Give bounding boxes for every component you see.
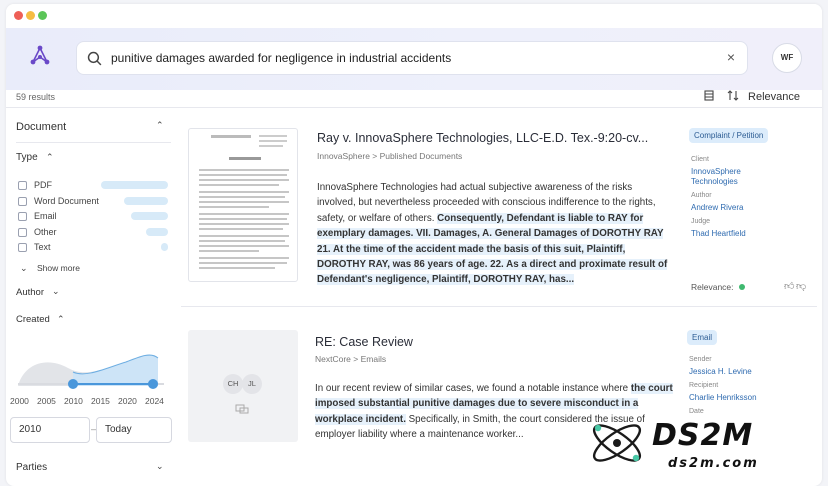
meta-label: Sender xyxy=(689,356,712,363)
thumbs-up-icon[interactable]: 👍︎ xyxy=(784,280,794,292)
user-avatar[interactable]: WF xyxy=(772,43,802,73)
type-checkbox[interactable] xyxy=(18,196,27,206)
sort-dropdown[interactable]: Relevance xyxy=(748,91,800,103)
results-count: 59 results xyxy=(16,92,56,102)
type-label[interactable]: Email xyxy=(34,211,57,221)
top-bar: punitive damages awarded for negligence … xyxy=(6,28,822,90)
attachment-icon xyxy=(235,404,249,414)
chevron-down-icon[interactable]: ⌄ xyxy=(52,286,60,297)
author-link[interactable]: Andrew Rivera xyxy=(691,203,743,213)
app-logo-icon[interactable] xyxy=(28,44,52,68)
list-view-icon[interactable] xyxy=(704,90,714,104)
sort-controls: Relevance xyxy=(704,90,800,104)
meta-label: Judge xyxy=(691,218,711,225)
chevron-up-icon[interactable]: ⌃ xyxy=(46,152,54,163)
result-path[interactable]: InnovaSphere > Published Documents xyxy=(317,151,462,161)
result-card[interactable]: Ray v. InnovaSphere Technologies, LLC-E.… xyxy=(181,114,821,304)
chevron-down-icon[interactable]: ⌄ xyxy=(20,263,28,274)
result-snippet: InnovaSphere Technologies had actual sub… xyxy=(317,180,673,288)
meta-label: Author xyxy=(691,192,712,199)
document-thumbnail[interactable] xyxy=(188,128,298,282)
client-link[interactable]: InnovaSphere Technologies xyxy=(691,167,781,187)
title-bar xyxy=(6,4,822,28)
type-checkbox[interactable] xyxy=(18,181,27,190)
type-label[interactable]: PDF xyxy=(34,180,52,190)
year-range-fill xyxy=(73,383,153,385)
type-filter-title[interactable]: Type xyxy=(16,152,38,163)
divider xyxy=(181,306,817,307)
search-bar[interactable]: punitive damages awarded for negligence … xyxy=(76,41,748,75)
range-end-handle[interactable] xyxy=(148,379,158,389)
avatar: JL xyxy=(242,374,262,394)
snippet-text: In our recent review of similar cases, w… xyxy=(315,383,631,394)
app-window: punitive damages awarded for negligence … xyxy=(6,4,822,486)
result-title[interactable]: Ray v. InnovaSphere Technologies, LLC-E.… xyxy=(317,131,648,145)
type-count-bar xyxy=(101,181,168,189)
parties-filter-title[interactable]: Parties xyxy=(16,462,47,473)
type-label[interactable]: Text xyxy=(34,242,51,252)
type-count-bar xyxy=(131,212,168,220)
range-from-input[interactable]: 2010 xyxy=(10,417,90,443)
chevron-down-icon[interactable]: ⌄ xyxy=(156,461,164,472)
type-label[interactable]: Other xyxy=(34,227,57,237)
document-section-title: Document xyxy=(16,121,67,133)
type-checkbox[interactable] xyxy=(18,212,27,221)
year-tick-label: 2020 xyxy=(118,396,137,406)
watermark: DS2M ds2m.com xyxy=(586,412,806,478)
author-filter-title[interactable]: Author xyxy=(16,287,44,298)
doc-type-badge: Email xyxy=(687,330,718,345)
recipient-link[interactable]: Charlie Henriksson xyxy=(689,393,757,403)
type-count-bar xyxy=(145,227,168,236)
chevron-up-icon[interactable]: ⌃ xyxy=(57,314,65,325)
year-tick-label: 2015 xyxy=(91,396,110,406)
type-checkbox[interactable] xyxy=(18,227,27,237)
meta-label: Client xyxy=(691,156,709,163)
watermark-url: ds2m.com xyxy=(668,456,759,471)
search-icon xyxy=(87,51,102,66)
show-more-link[interactable]: Show more xyxy=(37,263,80,273)
thumbs-down-icon[interactable]: 👎︎ xyxy=(796,280,806,292)
email-thumbnail[interactable]: CH JL xyxy=(188,330,298,442)
chevron-up-icon[interactable]: ⌃ xyxy=(156,120,164,131)
type-count-bar xyxy=(123,196,168,205)
divider xyxy=(6,107,822,108)
document-preview xyxy=(199,135,289,269)
relevance-indicator xyxy=(739,284,745,290)
type-count-bar xyxy=(160,243,168,251)
meta-label: Recipient xyxy=(689,382,719,389)
atom-logo-icon xyxy=(592,424,642,462)
range-start-handle[interactable] xyxy=(68,379,78,389)
type-label[interactable]: Word Document xyxy=(34,196,99,206)
maximize-window-button[interactable] xyxy=(38,11,47,20)
minimize-window-button[interactable] xyxy=(26,11,35,20)
sender-link[interactable]: Jessica H. Levine xyxy=(689,367,752,377)
created-filter-title[interactable]: Created xyxy=(16,314,50,325)
created-histogram xyxy=(18,354,159,386)
sort-icon[interactable] xyxy=(727,90,739,104)
year-tick-label: 2010 xyxy=(64,396,83,406)
result-title[interactable]: RE: Case Review xyxy=(315,335,413,349)
result-path[interactable]: NextCore > Emails xyxy=(315,354,386,364)
relevance-label: Relevance: xyxy=(691,282,734,292)
doc-type-badge: Complaint / Petition xyxy=(689,128,769,143)
divider xyxy=(16,142,171,143)
year-tick-label: 2005 xyxy=(37,396,56,406)
avatar: CH xyxy=(223,374,243,394)
watermark-brand: DS2M xyxy=(652,418,754,453)
close-window-button[interactable] xyxy=(14,11,23,20)
type-checkbox[interactable] xyxy=(18,243,27,252)
clear-search-icon[interactable]: × xyxy=(727,49,735,65)
judge-link[interactable]: Thad Heartfield xyxy=(691,229,746,239)
search-input[interactable]: punitive damages awarded for negligence … xyxy=(111,51,451,65)
range-to-input[interactable]: Today xyxy=(96,417,172,443)
year-tick-label: 2000 xyxy=(10,396,29,406)
year-tick-label: 2024 xyxy=(145,396,164,406)
